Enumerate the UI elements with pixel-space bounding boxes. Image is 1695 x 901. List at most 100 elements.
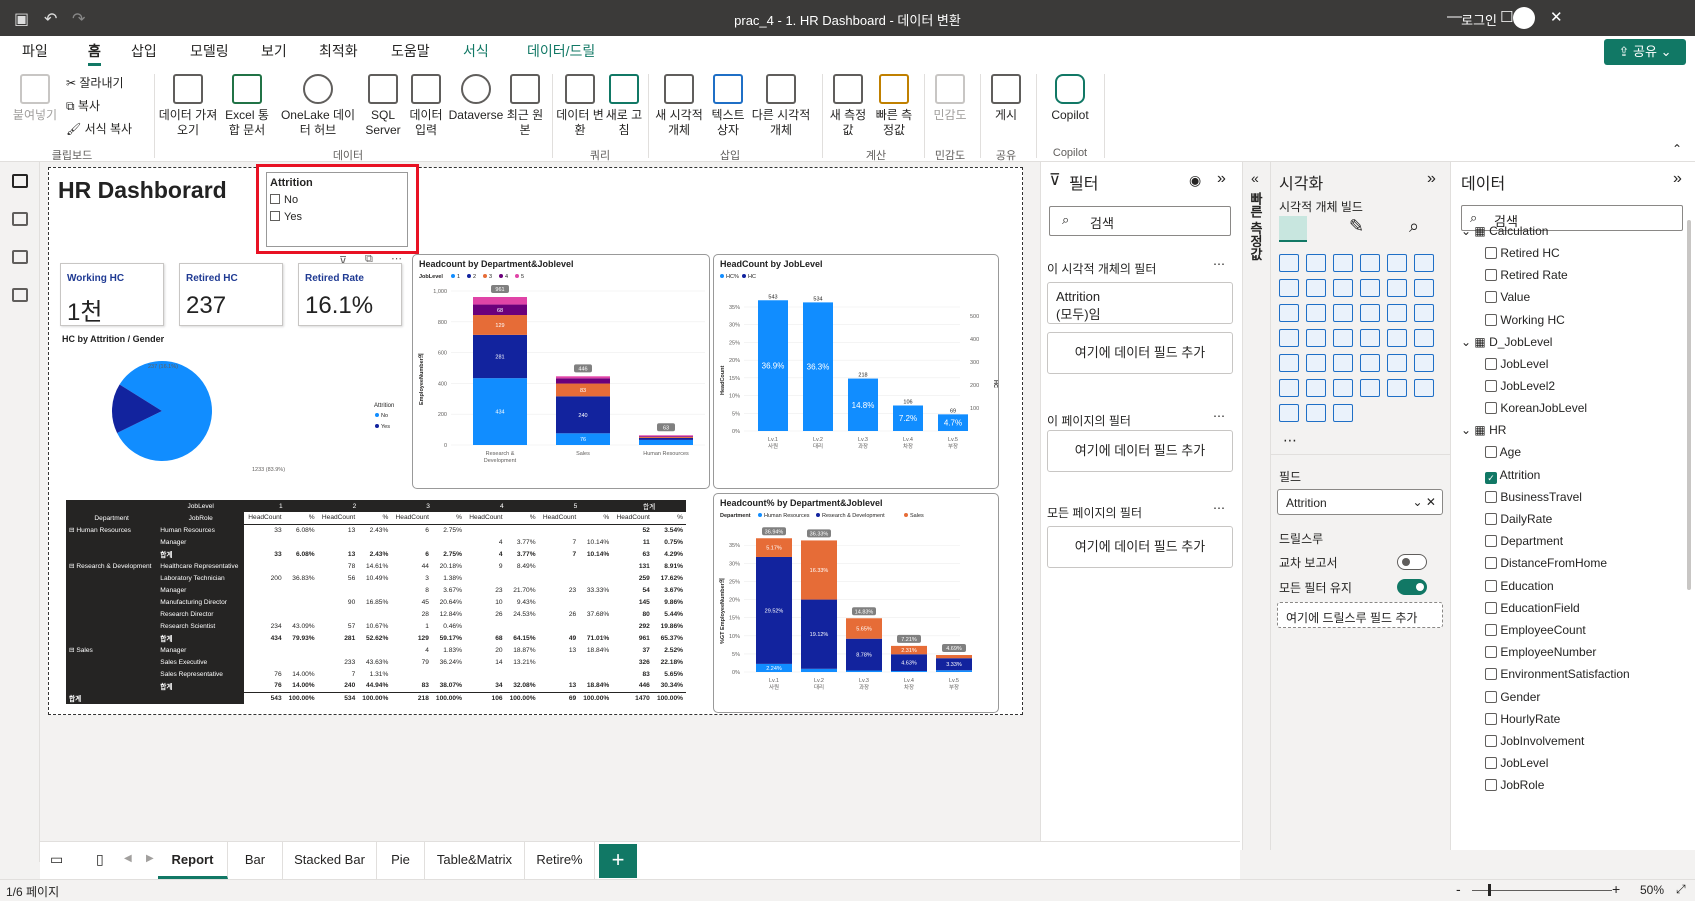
more-options-icon[interactable]: ⋯ bbox=[1213, 501, 1225, 515]
dept-joblevel-visual[interactable]: Headcount by Department&Joblevel JobLeve… bbox=[412, 254, 710, 489]
more-options-icon[interactable]: ⋯ bbox=[1213, 257, 1225, 271]
table-node[interactable]: ⌄ ▦ D_JobLevel bbox=[1461, 335, 1552, 349]
transform-data-button[interactable]: 데이터 변환 bbox=[556, 74, 604, 138]
gauge-visual-icon[interactable] bbox=[1360, 329, 1380, 347]
clustered-column-visual-icon[interactable] bbox=[1360, 254, 1380, 272]
field-item[interactable]: JobLevel bbox=[1485, 756, 1548, 770]
recent-sources-button[interactable]: 최근 원본 bbox=[504, 74, 546, 138]
zoom-in-icon[interactable]: + bbox=[1612, 881, 1620, 897]
sql-server-button[interactable]: SQL Server bbox=[362, 74, 404, 138]
field-item[interactable]: DailyRate bbox=[1485, 512, 1552, 526]
field-item[interactable]: ✓ Attrition bbox=[1485, 468, 1540, 484]
field-item[interactable]: Retired Rate bbox=[1485, 268, 1568, 282]
expand-icon[interactable]: « bbox=[1251, 170, 1259, 186]
filters-search-input[interactable]: ⌕ 검색 bbox=[1049, 206, 1231, 236]
python-visual-icon[interactable] bbox=[1414, 354, 1434, 372]
menu-modeling[interactable]: 모델링 bbox=[190, 41, 229, 61]
menu-file[interactable]: 파일 bbox=[22, 41, 48, 61]
zoom-slider[interactable] bbox=[1472, 890, 1612, 891]
kpi-card-retired-hc[interactable]: Retired HC 237 bbox=[179, 263, 283, 326]
field-item[interactable]: BusinessTravel bbox=[1485, 490, 1582, 504]
analytics-tab-icon[interactable]: ⌕ bbox=[1409, 216, 1419, 237]
collapse-ribbon-icon[interactable]: ⌃ bbox=[1672, 142, 1682, 156]
field-item[interactable]: KoreanJobLevel bbox=[1485, 401, 1587, 415]
field-item[interactable]: Retired HC bbox=[1485, 246, 1560, 260]
quick-measure-rail[interactable]: « 빠른 측정값 bbox=[1242, 162, 1270, 850]
excel-button[interactable]: Excel 통합 문서 bbox=[220, 74, 274, 138]
more-visuals-icon[interactable]: ⋯ bbox=[1283, 432, 1297, 449]
stacked-bar-visual-icon[interactable] bbox=[1279, 254, 1299, 272]
matrix-row[interactable]: ⊟ Research & Development Healthcare Repre… bbox=[66, 560, 686, 572]
tab-retire-[interactable]: Retire% bbox=[525, 842, 595, 879]
quick-measure-button[interactable]: 빠른 측정값 bbox=[872, 74, 916, 138]
new-measure-button[interactable]: 새 측정값 bbox=[826, 74, 870, 138]
table-node[interactable]: ⌄ ▦ HR bbox=[1461, 423, 1506, 437]
textbox-button[interactable]: 텍스트 상자 bbox=[708, 74, 748, 138]
paginated-visual-icon[interactable] bbox=[1387, 379, 1407, 397]
table-node[interactable]: ⌄ ▦ Calculation bbox=[1461, 224, 1548, 238]
narrative-visual-icon[interactable] bbox=[1360, 379, 1380, 397]
field-item[interactable]: Department bbox=[1485, 534, 1563, 548]
field-item[interactable]: EmployeeNumber bbox=[1485, 645, 1596, 659]
matrix-row[interactable]: Manager 4 3.77% 7 10.14% 11 0.75% bbox=[66, 536, 686, 548]
waterfall-visual-icon[interactable] bbox=[1279, 304, 1299, 322]
filled-map-visual-icon[interactable] bbox=[1306, 329, 1326, 347]
kpi-card-retired-rate[interactable]: Retired Rate 16.1% bbox=[298, 263, 402, 326]
add-page-filter-field[interactable]: 여기에 데이터 필드 추가 bbox=[1047, 430, 1233, 472]
headcount-matrix[interactable]: JobLevel 1 2 3 4 5 합계 Department JobRole HeadCoun… bbox=[66, 500, 686, 704]
matrix-grand-total-row[interactable]: 합계 543 100.00% 534 100.00% 218 100.00% 106 100.0… bbox=[66, 691, 686, 704]
key-influencers-visual-icon[interactable] bbox=[1279, 379, 1299, 397]
collapse-viz-icon[interactable]: » bbox=[1427, 170, 1436, 188]
donut-visual-icon[interactable] bbox=[1387, 304, 1407, 322]
field-item[interactable]: Value bbox=[1485, 290, 1530, 304]
close-icon[interactable]: ✕ bbox=[1550, 8, 1563, 26]
matrix-subtotal-row[interactable]: 합계 33 6.08% 13 2.43% 6 2.75% 4 3.77% 7 10.14% 63 4.2… bbox=[66, 548, 686, 560]
attrition-slicer[interactable]: Attrition No Yes bbox=[256, 164, 419, 254]
pie-visual-icon[interactable] bbox=[1360, 304, 1380, 322]
refresh-button[interactable]: 새로 고침 bbox=[604, 74, 644, 138]
more-visuals-button[interactable]: 다른 시각적 개체 bbox=[750, 74, 812, 138]
share-button[interactable]: ⇪ 공유 ⌄ bbox=[1604, 39, 1686, 65]
field-item[interactable]: JobLevel2 bbox=[1485, 379, 1555, 393]
field-item[interactable]: EmployeeCount bbox=[1485, 623, 1586, 637]
tab-pie[interactable]: Pie bbox=[377, 842, 425, 879]
publish-button[interactable]: 게시 bbox=[984, 74, 1028, 123]
power-automate-visual-icon[interactable] bbox=[1306, 404, 1326, 422]
field-item[interactable]: JobRole bbox=[1485, 778, 1544, 792]
tab-prev-icon[interactable]: ◀ bbox=[124, 853, 132, 864]
menu-help[interactable]: 도움말 bbox=[391, 41, 430, 61]
field-item[interactable]: EnvironmentSatisfaction bbox=[1485, 667, 1630, 681]
decomposition-visual-icon[interactable] bbox=[1306, 379, 1326, 397]
goals-visual-icon[interactable] bbox=[1414, 379, 1434, 397]
funnel-visual-icon[interactable] bbox=[1306, 304, 1326, 322]
field-well-attrition[interactable]: Attrition ⌄ ✕ bbox=[1277, 489, 1443, 515]
area-visual-icon[interactable] bbox=[1306, 279, 1326, 297]
headcount-joblevel-visual[interactable]: HeadCount by JobLevel HC% HC HeadCount HC… bbox=[713, 254, 999, 489]
matrix-row[interactable]: Research Scientist 234 43.09% 57 10.67% 1 0.46… bbox=[66, 620, 686, 632]
get-data-button[interactable]: 데이터 가져오기 bbox=[158, 74, 218, 138]
100-column-visual-icon[interactable] bbox=[1414, 254, 1434, 272]
stacked-area-visual-icon[interactable] bbox=[1333, 279, 1353, 297]
attrition-filter-card[interactable]: Attrition (모두)임 bbox=[1047, 282, 1233, 324]
matrix-row[interactable]: ⊟ Human Resources Human Resources 33 6.08% 1… bbox=[66, 524, 686, 536]
slicer-option-yes[interactable]: Yes bbox=[270, 211, 302, 223]
enter-data-button[interactable]: 데이터 입력 bbox=[406, 74, 446, 138]
copilot-button[interactable]: Copilot bbox=[1042, 74, 1098, 123]
minimize-icon[interactable]: — bbox=[1447, 8, 1462, 25]
tab-bar[interactable]: Bar bbox=[228, 842, 283, 879]
menu-optimize[interactable]: 최적화 bbox=[319, 41, 358, 61]
collapse-data-icon[interactable]: » bbox=[1673, 170, 1682, 188]
cross-report-toggle[interactable] bbox=[1397, 554, 1427, 570]
format-painter-button[interactable]: 🖌 서식 복사 bbox=[66, 120, 132, 137]
menu-view[interactable]: 보기 bbox=[261, 41, 287, 61]
custom-visual-icon[interactable] bbox=[1333, 404, 1353, 422]
collapse-filters-icon[interactable]: » bbox=[1217, 170, 1226, 188]
add-page-button[interactable]: + bbox=[599, 844, 637, 878]
fit-to-page-icon[interactable]: ⤢ bbox=[1676, 882, 1686, 897]
mobile-layout-icon[interactable]: ▯ bbox=[96, 851, 104, 868]
field-item[interactable]: HourlyRate bbox=[1485, 712, 1560, 726]
keep-filters-toggle[interactable] bbox=[1397, 579, 1427, 595]
field-remove-icon[interactable]: ⌄ ✕ bbox=[1413, 495, 1436, 509]
avatar[interactable] bbox=[1513, 7, 1535, 29]
multirow-card-visual-icon[interactable] bbox=[1414, 329, 1434, 347]
